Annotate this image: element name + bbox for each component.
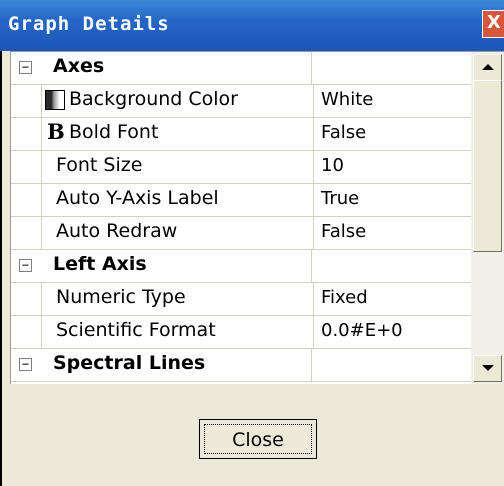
graph-details-dialog: Graph Details X − Axes Background Color … — [0, 0, 504, 486]
property-row-background-color[interactable]: Background Color White — [11, 85, 471, 118]
property-value[interactable]: 10 — [321, 155, 344, 176]
collapse-icon[interactable]: − — [19, 259, 32, 272]
window-title: Graph Details — [8, 13, 170, 35]
property-value[interactable]: White — [321, 89, 373, 110]
scrollbar-thumb[interactable] — [473, 80, 502, 252]
property-grid: − Axes Background Color White B Bold Fon… — [11, 52, 471, 384]
property-value[interactable]: 0.0#E+0 — [321, 320, 403, 341]
property-row-scientific-format[interactable]: Scientific Format 0.0#E+0 — [11, 316, 471, 349]
category-label: Spectral Lines — [53, 352, 206, 374]
property-row-font-size[interactable]: Font Size 10 — [11, 151, 471, 184]
title-bar[interactable]: Graph Details X — [0, 0, 504, 51]
category-row-left-axis[interactable]: − Left Axis — [11, 250, 471, 283]
close-button-label: Close — [204, 424, 312, 454]
property-label: Scientific Format — [56, 319, 216, 341]
property-label: Numeric Type — [56, 286, 186, 308]
scroll-down-button[interactable] — [473, 355, 502, 382]
property-value[interactable]: Fixed — [321, 287, 368, 308]
property-label: Background Color — [69, 88, 238, 110]
property-row-numeric-type[interactable]: Numeric Type Fixed — [11, 283, 471, 316]
property-value[interactable]: True — [321, 188, 359, 209]
column-divider — [311, 250, 312, 282]
scroll-up-button[interactable] — [473, 54, 502, 81]
category-label: Left Axis — [53, 253, 147, 275]
arrow-up-icon — [482, 64, 494, 70]
vertical-scrollbar[interactable] — [471, 52, 504, 384]
window-left-edge — [0, 51, 2, 486]
bold-font-icon: B — [47, 119, 65, 144]
category-row-spectral-lines[interactable]: − Spectral Lines — [11, 349, 471, 382]
arrow-down-icon — [482, 365, 494, 371]
property-row-auto-redraw[interactable]: Auto Redraw False — [11, 217, 471, 250]
property-value[interactable]: False — [321, 221, 366, 242]
property-label: Auto Redraw — [56, 220, 178, 242]
property-value[interactable]: False — [321, 122, 366, 143]
close-button[interactable]: Close — [199, 419, 317, 459]
property-row-bold-font[interactable]: B Bold Font False — [11, 118, 471, 151]
property-label: Auto Y-Axis Label — [56, 187, 219, 209]
collapse-icon[interactable]: − — [19, 358, 32, 371]
category-label: Axes — [53, 55, 105, 77]
property-row-auto-y-axis-label[interactable]: Auto Y-Axis Label True — [11, 184, 471, 217]
column-divider — [311, 349, 312, 381]
category-row-axes[interactable]: − Axes — [11, 52, 471, 85]
close-window-icon[interactable]: X — [482, 10, 504, 38]
collapse-icon[interactable]: − — [19, 61, 32, 74]
column-divider — [311, 52, 312, 84]
property-label: Bold Font — [69, 121, 159, 143]
property-label: Font Size — [56, 154, 143, 176]
background-color-icon — [45, 90, 65, 110]
